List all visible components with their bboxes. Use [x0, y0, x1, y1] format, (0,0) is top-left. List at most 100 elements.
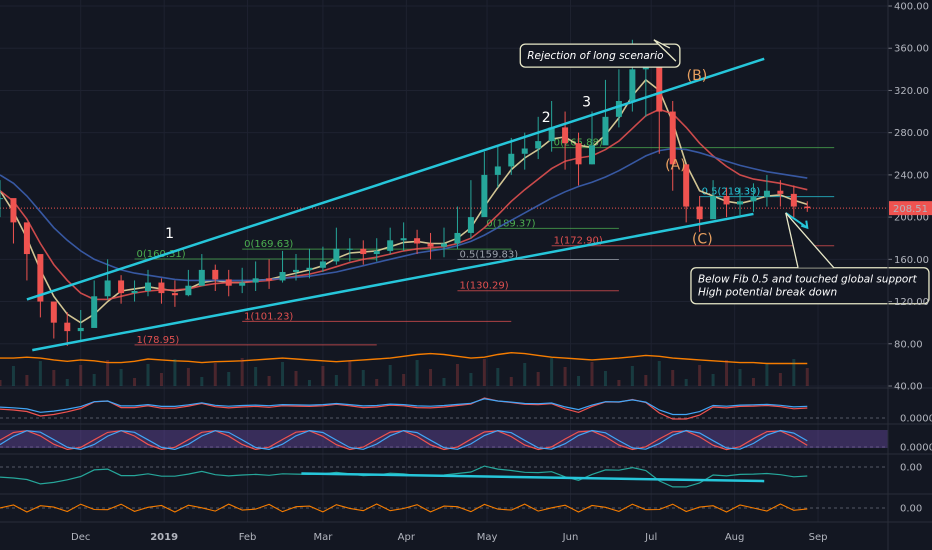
price-tick-label: 160.00 — [894, 255, 929, 266]
volume-bar — [603, 371, 607, 386]
volume-bar — [79, 365, 83, 386]
candle-body — [279, 272, 286, 281]
volume-bar — [267, 376, 271, 386]
volume-bar — [805, 368, 809, 386]
volume-bar — [644, 375, 648, 386]
candle-body — [575, 143, 582, 165]
time-tick-label: Jul — [644, 532, 657, 543]
volume-bar — [213, 363, 217, 386]
candle-body — [656, 64, 663, 112]
candle-body — [737, 201, 743, 205]
volume-bar — [455, 364, 459, 386]
price-tick-label: 320.00 — [894, 86, 929, 97]
price-tick-label: 80.00 — [894, 339, 923, 350]
volume-bar — [294, 371, 298, 386]
volume-bar — [509, 377, 513, 386]
candle-body — [225, 279, 232, 286]
candle-body — [319, 261, 326, 268]
price-tick-label: 40.00 — [894, 382, 923, 393]
volume-bar — [388, 365, 392, 386]
candle-body — [508, 153, 515, 167]
volume-bar — [307, 380, 311, 386]
volume-bar — [563, 367, 567, 386]
candle-body — [252, 278, 259, 283]
volume-bar — [361, 370, 365, 386]
candle-body — [427, 243, 434, 247]
price-tick-label: 360.00 — [894, 44, 929, 55]
candle-body — [710, 196, 717, 220]
candle-body — [131, 291, 138, 294]
candle-body — [306, 267, 313, 270]
annotation-text: Below Fib 0.5 and touched global support — [698, 274, 918, 286]
current-price-label: 208.51 — [893, 204, 928, 215]
volume-bar — [133, 378, 137, 386]
volume-bar — [25, 375, 29, 386]
volume-bar — [38, 361, 42, 386]
volume-bar — [146, 364, 150, 386]
volume-bar — [792, 359, 796, 386]
candle-body — [346, 248, 353, 250]
candle-body — [602, 116, 609, 146]
candle-body — [212, 269, 219, 280]
wave-label: 3 — [582, 94, 591, 110]
time-tick-label: Sep — [809, 532, 828, 543]
volume-bar — [725, 360, 729, 386]
price-tick-label: 120.00 — [894, 297, 929, 308]
volume-bar — [334, 375, 338, 386]
wave-label: (A) — [665, 158, 686, 174]
candle-body — [0, 198, 3, 200]
volume-bar — [186, 368, 190, 386]
volume-bar — [11, 366, 15, 386]
fib-level-label: 0(169.63) — [244, 239, 293, 250]
volume-bar — [577, 376, 581, 386]
time-tick-label: May — [477, 532, 498, 543]
annotation-text: Rejection of long scenario — [527, 50, 663, 62]
volume-bar — [711, 374, 715, 386]
candle-body — [198, 269, 205, 286]
volume-bar — [429, 369, 433, 386]
osc-tick-label: 0.0000 — [900, 443, 932, 454]
volume-bar — [0, 380, 2, 386]
volume-bar — [442, 378, 446, 386]
volume-bar — [159, 373, 163, 386]
volume-bar — [173, 359, 177, 386]
candle-body — [118, 280, 125, 294]
candle-body — [360, 248, 367, 255]
volume-bar — [52, 370, 56, 386]
candle-body — [10, 198, 17, 223]
volume-bar — [550, 358, 554, 386]
volume-bar — [684, 379, 688, 386]
candle-body — [333, 248, 340, 262]
volume-bar — [92, 374, 96, 386]
time-tick-label: Jun — [562, 532, 579, 543]
volume-bar — [65, 379, 69, 386]
volume-bar — [590, 362, 594, 386]
volume-bar — [254, 367, 258, 386]
volume-bar — [227, 372, 231, 386]
volume-bar — [657, 361, 661, 386]
candle-body — [481, 174, 488, 218]
candle-body — [441, 243, 447, 247]
candle-body — [64, 322, 71, 332]
volume-bar — [778, 373, 782, 386]
candle-body — [562, 127, 569, 144]
candle-body — [171, 293, 178, 296]
candle-body — [696, 206, 703, 220]
volume-bar — [523, 363, 527, 386]
candle-body — [790, 193, 797, 207]
candle-body — [535, 141, 542, 149]
fib-level-label: 0.5(219.39) — [702, 187, 761, 198]
candle-body — [239, 282, 246, 286]
candle-body — [23, 222, 30, 255]
volume-bar — [106, 360, 110, 386]
wave-label: (B) — [687, 68, 708, 84]
volume-bar — [119, 369, 123, 386]
fib-level-label: 1(78.95) — [137, 335, 180, 346]
volume-bar — [469, 373, 473, 386]
candle-body — [804, 206, 811, 209]
candle-body — [521, 148, 528, 154]
price-chart[interactable]: 0(160.31)1(78.95)1(101.23)0(169.63)0.5(1… — [0, 0, 932, 550]
volume-bar — [536, 372, 540, 386]
fib-level-label: 1(101.23) — [244, 311, 293, 322]
volume-bar — [496, 368, 500, 386]
